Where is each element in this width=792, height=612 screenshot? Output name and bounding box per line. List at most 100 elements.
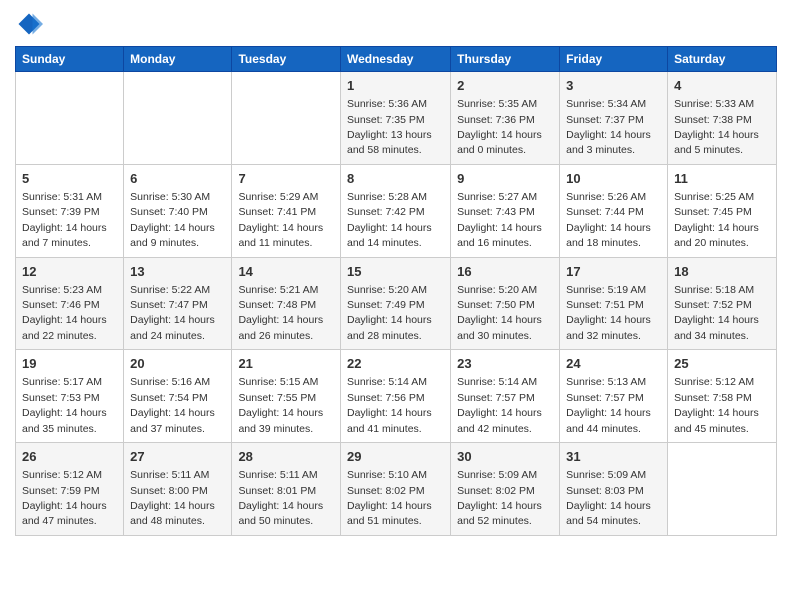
day-info: Sunrise: 5:28 AMSunset: 7:42 PMDaylight:… [347,191,432,249]
day-header-wednesday: Wednesday [340,47,450,72]
day-number: 29 [347,448,444,466]
day-cell-26: 26 Sunrise: 5:12 AMSunset: 7:59 PMDayligh… [16,443,124,536]
day-cell-13: 13 Sunrise: 5:22 AMSunset: 7:47 PMDayligh… [124,257,232,350]
day-cell-16: 16 Sunrise: 5:20 AMSunset: 7:50 PMDayligh… [451,257,560,350]
day-info: Sunrise: 5:11 AMSunset: 8:00 PMDaylight:… [130,469,215,527]
day-cell-4: 4 Sunrise: 5:33 AMSunset: 7:38 PMDaylight… [668,72,777,165]
day-info: Sunrise: 5:33 AMSunset: 7:38 PMDaylight:… [674,98,759,156]
day-number: 9 [457,170,553,188]
day-info: Sunrise: 5:14 AMSunset: 7:57 PMDaylight:… [457,376,542,434]
page-header [15,10,777,38]
week-row-3: 12 Sunrise: 5:23 AMSunset: 7:46 PMDayligh… [16,257,777,350]
day-cell-11: 11 Sunrise: 5:25 AMSunset: 7:45 PMDayligh… [668,164,777,257]
day-cell-30: 30 Sunrise: 5:09 AMSunset: 8:02 PMDayligh… [451,443,560,536]
day-number: 5 [22,170,117,188]
day-number: 18 [674,263,770,281]
day-info: Sunrise: 5:19 AMSunset: 7:51 PMDaylight:… [566,284,651,342]
day-number: 13 [130,263,225,281]
day-number: 20 [130,355,225,373]
day-info: Sunrise: 5:13 AMSunset: 7:57 PMDaylight:… [566,376,651,434]
day-number: 3 [566,77,661,95]
calendar-table: SundayMondayTuesdayWednesdayThursdayFrid… [15,46,777,536]
day-cell-22: 22 Sunrise: 5:14 AMSunset: 7:56 PMDayligh… [340,350,450,443]
day-number: 6 [130,170,225,188]
day-number: 11 [674,170,770,188]
day-cell-28: 28Sunrise: 5:11 AMSunset: 8:01 PMDayligh… [232,443,341,536]
day-header-sunday: Sunday [16,47,124,72]
week-row-1: 1 Sunrise: 5:36 AMSunset: 7:35 PMDaylight… [16,72,777,165]
day-info: Sunrise: 5:29 AMSunset: 7:41 PMDaylight:… [238,191,323,249]
day-number: 27 [130,448,225,466]
day-info: Sunrise: 5:36 AMSunset: 7:35 PMDaylight:… [347,98,432,156]
empty-cell [16,72,124,165]
empty-cell [668,443,777,536]
day-info: Sunrise: 5:25 AMSunset: 7:45 PMDaylight:… [674,191,759,249]
day-info: Sunrise: 5:14 AMSunset: 7:56 PMDaylight:… [347,376,432,434]
day-cell-24: 24Sunrise: 5:13 AMSunset: 7:57 PMDayligh… [560,350,668,443]
day-cell-8: 8 Sunrise: 5:28 AMSunset: 7:42 PMDaylight… [340,164,450,257]
day-number: 31 [566,448,661,466]
day-number: 19 [22,355,117,373]
day-number: 17 [566,263,661,281]
day-info: Sunrise: 5:22 AMSunset: 7:47 PMDaylight:… [130,284,215,342]
week-row-4: 19Sunrise: 5:17 AMSunset: 7:53 PMDayligh… [16,350,777,443]
day-info: Sunrise: 5:12 AMSunset: 7:58 PMDaylight:… [674,376,759,434]
day-cell-3: 3 Sunrise: 5:34 AMSunset: 7:37 PMDaylight… [560,72,668,165]
week-row-5: 26 Sunrise: 5:12 AMSunset: 7:59 PMDayligh… [16,443,777,536]
day-info: Sunrise: 5:34 AMSunset: 7:37 PMDaylight:… [566,98,651,156]
day-cell-2: 2Sunrise: 5:35 AMSunset: 7:36 PMDaylight… [451,72,560,165]
day-number: 14 [238,263,334,281]
day-number: 4 [674,77,770,95]
day-info: Sunrise: 5:31 AMSunset: 7:39 PMDaylight:… [22,191,107,249]
day-cell-19: 19Sunrise: 5:17 AMSunset: 7:53 PMDayligh… [16,350,124,443]
day-number: 8 [347,170,444,188]
day-number: 21 [238,355,334,373]
day-number: 12 [22,263,117,281]
empty-cell [232,72,341,165]
day-cell-27: 27 Sunrise: 5:11 AMSunset: 8:00 PMDayligh… [124,443,232,536]
day-number: 16 [457,263,553,281]
day-cell-1: 1 Sunrise: 5:36 AMSunset: 7:35 PMDaylight… [340,72,450,165]
day-header-thursday: Thursday [451,47,560,72]
day-header-friday: Friday [560,47,668,72]
day-cell-29: 29Sunrise: 5:10 AMSunset: 8:02 PMDayligh… [340,443,450,536]
day-cell-7: 7 Sunrise: 5:29 AMSunset: 7:41 PMDaylight… [232,164,341,257]
day-info: Sunrise: 5:16 AMSunset: 7:54 PMDaylight:… [130,376,215,434]
day-header-tuesday: Tuesday [232,47,341,72]
day-headers-row: SundayMondayTuesdayWednesdayThursdayFrid… [16,47,777,72]
day-info: Sunrise: 5:26 AMSunset: 7:44 PMDaylight:… [566,191,651,249]
week-row-2: 5 Sunrise: 5:31 AMSunset: 7:39 PMDaylight… [16,164,777,257]
day-cell-31: 31 Sunrise: 5:09 AMSunset: 8:03 PMDayligh… [560,443,668,536]
day-cell-23: 23Sunrise: 5:14 AMSunset: 7:57 PMDayligh… [451,350,560,443]
day-info: Sunrise: 5:09 AMSunset: 8:02 PMDaylight:… [457,469,542,527]
day-cell-25: 25 Sunrise: 5:12 AMSunset: 7:58 PMDayligh… [668,350,777,443]
day-cell-12: 12 Sunrise: 5:23 AMSunset: 7:46 PMDayligh… [16,257,124,350]
day-info: Sunrise: 5:30 AMSunset: 7:40 PMDaylight:… [130,191,215,249]
day-number: 25 [674,355,770,373]
day-info: Sunrise: 5:09 AMSunset: 8:03 PMDaylight:… [566,469,651,527]
day-info: Sunrise: 5:12 AMSunset: 7:59 PMDaylight:… [22,469,107,527]
day-cell-15: 15Sunrise: 5:20 AMSunset: 7:49 PMDayligh… [340,257,450,350]
logo-icon [15,10,43,38]
day-header-monday: Monday [124,47,232,72]
day-number: 1 [347,77,444,95]
day-info: Sunrise: 5:15 AMSunset: 7:55 PMDaylight:… [238,376,323,434]
day-number: 15 [347,263,444,281]
day-number: 30 [457,448,553,466]
day-number: 10 [566,170,661,188]
day-cell-20: 20 Sunrise: 5:16 AMSunset: 7:54 PMDayligh… [124,350,232,443]
day-cell-21: 21 Sunrise: 5:15 AMSunset: 7:55 PMDayligh… [232,350,341,443]
day-cell-6: 6 Sunrise: 5:30 AMSunset: 7:40 PMDaylight… [124,164,232,257]
day-cell-9: 9Sunrise: 5:27 AMSunset: 7:43 PMDaylight… [451,164,560,257]
day-info: Sunrise: 5:20 AMSunset: 7:50 PMDaylight:… [457,284,542,342]
logo [15,10,47,38]
day-cell-10: 10 Sunrise: 5:26 AMSunset: 7:44 PMDayligh… [560,164,668,257]
day-cell-5: 5 Sunrise: 5:31 AMSunset: 7:39 PMDaylight… [16,164,124,257]
day-number: 28 [238,448,334,466]
day-number: 22 [347,355,444,373]
day-number: 7 [238,170,334,188]
day-number: 26 [22,448,117,466]
day-info: Sunrise: 5:21 AMSunset: 7:48 PMDaylight:… [238,284,323,342]
day-info: Sunrise: 5:23 AMSunset: 7:46 PMDaylight:… [22,284,107,342]
day-cell-17: 17 Sunrise: 5:19 AMSunset: 7:51 PMDayligh… [560,257,668,350]
